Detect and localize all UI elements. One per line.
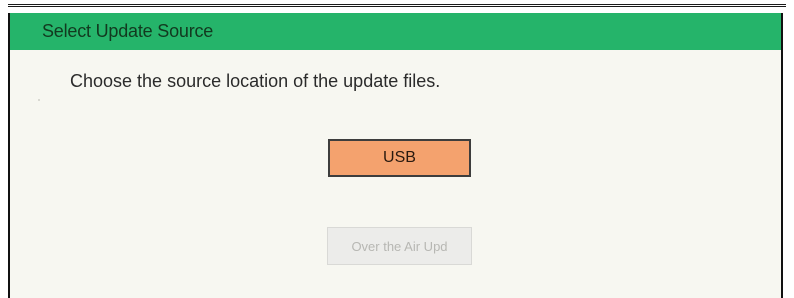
- over-the-air-button[interactable]: Over the Air Upd: [327, 227, 472, 265]
- dust-speck: [38, 99, 40, 101]
- usb-button-label: USB: [383, 149, 416, 166]
- update-source-dialog: Select Update Source Choose the source l…: [8, 13, 783, 298]
- prompt-text: Choose the source location of the update…: [70, 71, 441, 91]
- top-border-rule: [8, 4, 786, 7]
- over-the-air-button-label: Over the Air Upd: [351, 238, 448, 254]
- dialog-title: Select Update Source: [42, 21, 214, 41]
- title-bar: Select Update Source: [10, 13, 781, 50]
- usb-button[interactable]: USB: [328, 139, 471, 177]
